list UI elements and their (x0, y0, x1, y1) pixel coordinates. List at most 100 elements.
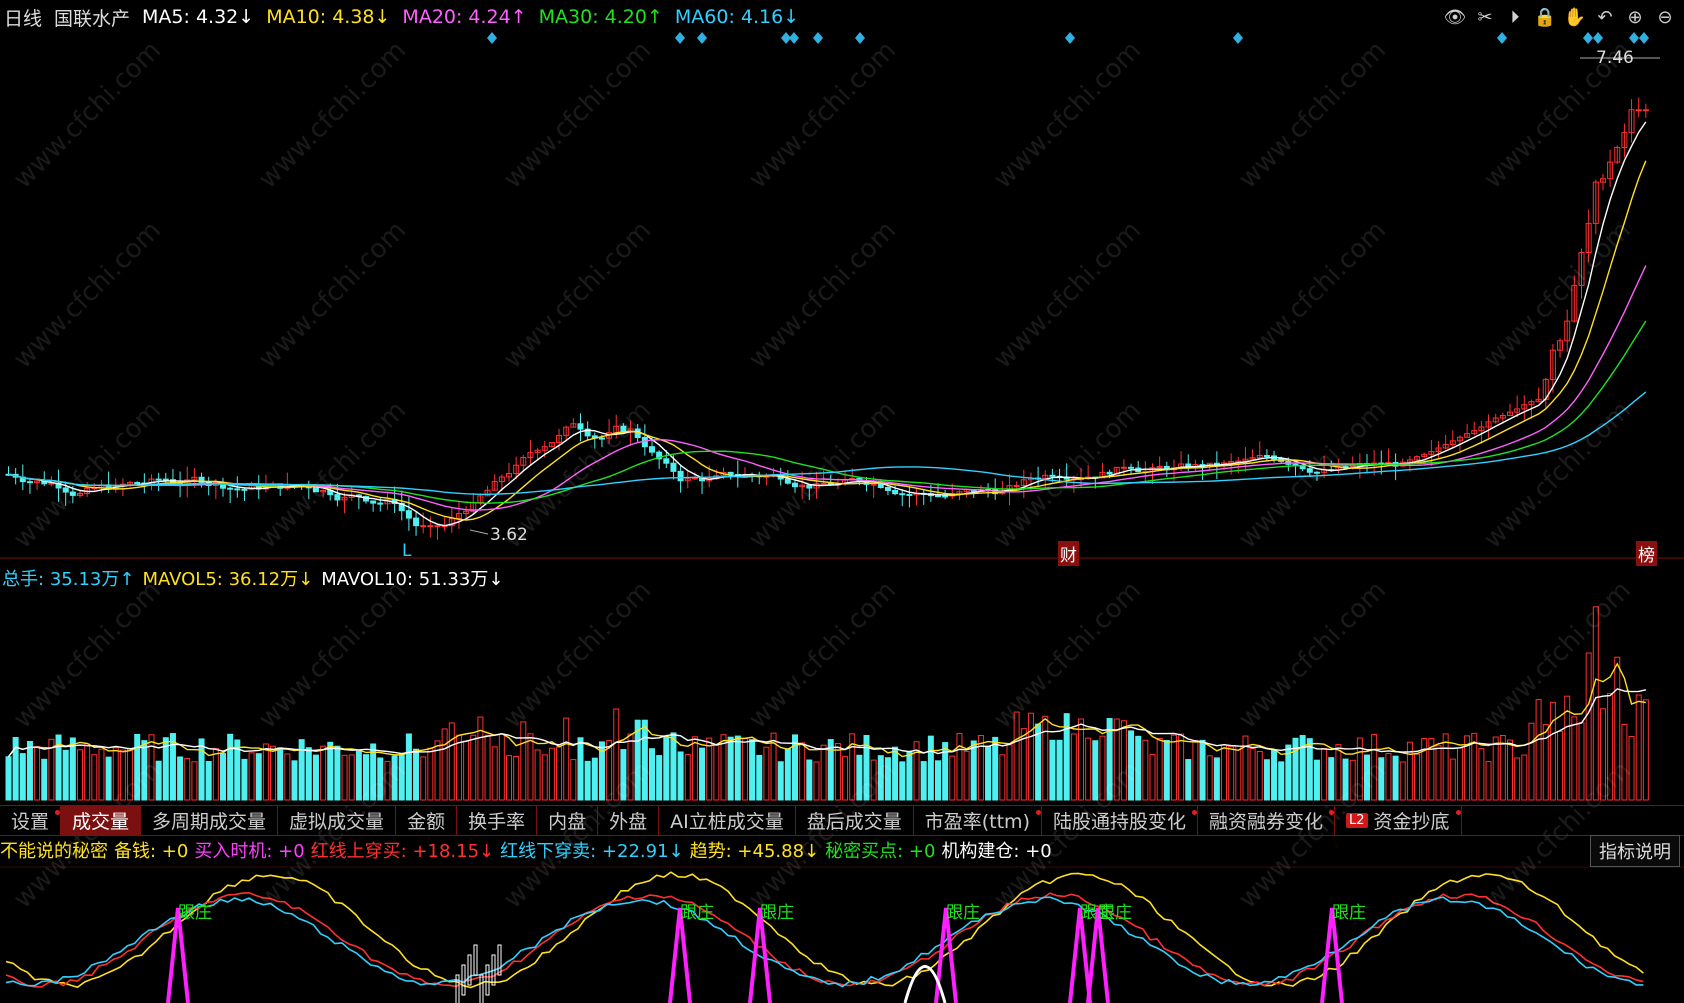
volume-bar (620, 749, 627, 801)
volume-bar (1549, 701, 1556, 801)
volume-bar (1592, 606, 1599, 801)
indicator-name[interactable]: 不能说的秘密 (0, 837, 108, 863)
total-label: 总手: (2, 569, 45, 590)
volume-bar (1392, 755, 1399, 801)
lock-icon[interactable]: 🔒 (1532, 4, 1558, 30)
candle-body (1120, 466, 1127, 469)
volume-bar (870, 759, 877, 801)
volume-bar (1206, 755, 1213, 801)
volume-bar (720, 734, 727, 801)
indicator-item-1: 买入时机: +0 (194, 841, 305, 862)
candle-body (370, 500, 377, 504)
candle-body (577, 423, 584, 430)
tab-dot (1035, 810, 1041, 815)
tab-13[interactable]: L2 资金抄底 (1335, 806, 1462, 835)
ma-line (8, 265, 1647, 511)
volume-bar (413, 748, 420, 801)
volume-bar (1528, 722, 1535, 801)
volume-bar (1614, 656, 1621, 801)
play-icon[interactable]: ⏵ (1502, 4, 1528, 30)
tab-7[interactable]: 外盘 (598, 806, 660, 835)
volume-bar (1278, 761, 1285, 801)
stock-name: 国联水产 (54, 7, 131, 30)
volume-bar (548, 747, 555, 801)
candle-body (906, 493, 913, 496)
volume-bar (1128, 730, 1135, 801)
volume-bar (1199, 739, 1206, 801)
zoom-out-icon[interactable]: ⊖ (1652, 4, 1678, 30)
volume-bar (334, 745, 341, 801)
hand-icon[interactable]: ✋ (1562, 4, 1588, 30)
marker-l: L (402, 541, 412, 561)
undo-icon[interactable]: ↶ (1592, 4, 1618, 30)
volume-bar (577, 737, 584, 801)
candle-body (784, 478, 791, 484)
signal-diamond (1233, 32, 1243, 44)
candle-body (1306, 468, 1313, 473)
candle-body (69, 491, 76, 496)
mavol5-value: 36.12万↓ (228, 569, 314, 590)
tab-3[interactable]: 虚拟成交量 (278, 806, 397, 835)
tab-12[interactable]: 融资融券变化 (1198, 806, 1336, 835)
tab-1[interactable]: 成交量 (61, 806, 142, 835)
volume-bar (463, 740, 470, 801)
explain-button[interactable]: 指标说明 (1590, 835, 1680, 867)
volume-bar (1135, 735, 1142, 801)
volume-bar (198, 738, 205, 801)
candle-body (420, 525, 427, 528)
volume-bar (1228, 745, 1235, 801)
volume-bar (1478, 748, 1485, 801)
candle-body (413, 517, 420, 527)
mavol5-label: MAVOL5: (142, 569, 223, 590)
tab-8[interactable]: AI立桩成交量 (659, 806, 796, 835)
volume-bar (1185, 759, 1192, 801)
zoom-in-icon[interactable]: ⊕ (1622, 4, 1648, 30)
tab-0[interactable]: 设置 (0, 806, 62, 835)
volume-bar (1263, 759, 1270, 801)
candle-body (227, 487, 234, 490)
tab-4[interactable]: 金额 (396, 806, 458, 835)
signal-diamond (1593, 32, 1603, 44)
volume-bar (69, 737, 76, 801)
eye-icon[interactable]: 👁 (1442, 4, 1468, 30)
period-label[interactable]: 日线 (4, 4, 42, 31)
volume-bar (1442, 733, 1449, 801)
volume-bar (169, 733, 176, 801)
l2-badge: L2 (1346, 813, 1368, 828)
scissors-icon[interactable]: ✂ (1472, 4, 1498, 30)
signal-diamond (789, 32, 799, 44)
volume-bar (1621, 723, 1628, 801)
volume-bar (1013, 711, 1020, 801)
volume-bar (513, 755, 520, 801)
volume-bar (1485, 761, 1492, 801)
mavol10-value: 51.33万↓ (418, 569, 504, 590)
indicator-item-2: 红线上穿买: +18.15↓ (310, 841, 495, 862)
volume-bar (1535, 699, 1542, 801)
tab-10[interactable]: 市盈率(ttm) (914, 806, 1042, 835)
volume-bar (749, 739, 756, 801)
annotation-gen-zhuang: 跟庄 (946, 903, 980, 923)
volume-bar (706, 737, 713, 801)
volume-bar (1414, 753, 1421, 801)
volume-bar (327, 741, 334, 801)
tab-6[interactable]: 内盘 (537, 806, 599, 835)
volume-bar (1328, 757, 1335, 801)
volume-bar (1149, 754, 1156, 801)
volume-bar (1349, 759, 1356, 801)
volume-header: 总手: 35.13万↑ MAVOL5: 36.12万↓ MAVOL10: 51.… (2, 565, 503, 591)
tab-11[interactable]: 陆股通持股变化 (1042, 806, 1198, 835)
volume-bar (62, 749, 69, 801)
candle-body (234, 488, 241, 491)
tab-5[interactable]: 换手率 (457, 806, 538, 835)
tab-9[interactable]: 盘后成交量 (796, 806, 914, 835)
tab-dot (1329, 810, 1335, 815)
volume-bar (105, 756, 112, 801)
candle-body (899, 493, 906, 496)
volume-bar (1142, 739, 1149, 801)
volume-bar (970, 740, 977, 801)
trend-line (5, 871, 1644, 989)
volume-bar (1092, 740, 1099, 801)
volume-bar (741, 737, 748, 801)
tab-2[interactable]: 多周期成交量 (141, 806, 279, 835)
signal-diamond (1497, 32, 1507, 44)
